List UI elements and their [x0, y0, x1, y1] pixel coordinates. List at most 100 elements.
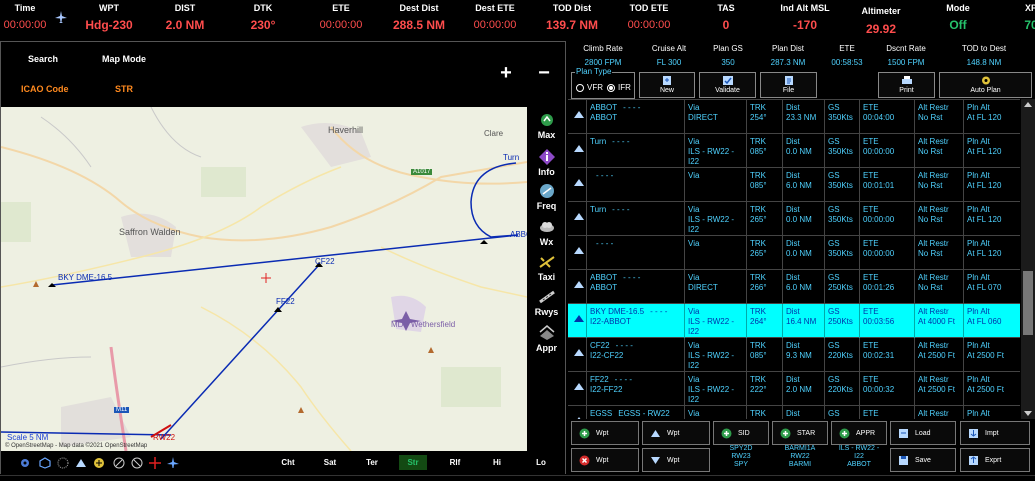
- plan-cell-wpt[interactable]: ABBOT - - - - ABBOT: [586, 270, 684, 304]
- plan-row[interactable]: - - - - Via TRK 265° Dist 0.0 NM GS 350Kts ETE 00…: [568, 236, 1020, 270]
- vfr-radio[interactable]: [576, 84, 584, 92]
- plan-row[interactable]: ABBOT - - - - ABBOT Via DIRECT TRK 266° Dist 6.0…: [568, 270, 1020, 304]
- map-type-sat-button[interactable]: Sat: [316, 458, 344, 467]
- map-type-relief-button[interactable]: Rlf: [441, 458, 469, 467]
- aircraft-icon-cell[interactable]: [50, 0, 72, 38]
- info-tool-button[interactable]: Info: [528, 148, 565, 177]
- plan-row[interactable]: Turn - - - - Via ILS - RW22 - I22 TRK 085° Dist…: [568, 134, 1020, 168]
- wx-tool-button[interactable]: Wx: [528, 218, 565, 247]
- sid-button[interactable]: SID: [713, 421, 769, 445]
- waypoint-label[interactable]: RW22: [153, 433, 175, 442]
- tod-to-dest-label: TOD to Dest: [961, 44, 1007, 53]
- plan-cell-wpt[interactable]: BKY DME-16.5 - - - - I22-ABBOT: [586, 304, 684, 338]
- zoom-out-button[interactable]: −: [536, 63, 552, 83]
- appr-tool-button[interactable]: Appr: [528, 324, 565, 353]
- map-type-terrain-button[interactable]: Ter: [358, 458, 386, 467]
- map-type-hi-button[interactable]: Hi: [483, 458, 511, 467]
- validate-button[interactable]: Validate: [699, 72, 756, 98]
- plan-row[interactable]: - - - - Via TRK 085° Dist 6.0 NM GS 350Kts ETE 00…: [568, 168, 1020, 202]
- airport-icon[interactable]: [93, 457, 105, 469]
- row-move-up-icon[interactable]: [574, 145, 584, 152]
- plan-row[interactable]: EGSS EGSS - RW22 ViaILS - RW22 - TRK Dist GS E…: [568, 406, 1020, 419]
- star-button[interactable]: STAR: [772, 421, 828, 445]
- waypoint-label[interactable]: BKY DME-16.5: [58, 273, 112, 282]
- row-move-up-icon[interactable]: [574, 213, 584, 220]
- plan-row[interactable]: FF22- - - - I22-FF22 Via ILS - RW22 - I22 TRK…: [568, 372, 1020, 406]
- row-move-up-icon[interactable]: [574, 281, 584, 288]
- icao-code-value[interactable]: STR: [115, 84, 133, 94]
- print-button[interactable]: Print: [878, 72, 935, 98]
- descent-rate-value[interactable]: 1500 FPM: [881, 58, 931, 67]
- map-type-chart-button[interactable]: Cht: [274, 458, 302, 467]
- load-button[interactable]: Load: [890, 421, 956, 445]
- scroll-thumb[interactable]: [1023, 271, 1033, 335]
- scroll-down-arrow[interactable]: [1024, 411, 1032, 416]
- vor-icon[interactable]: [39, 457, 51, 469]
- cruise-alt-value[interactable]: FL 300: [643, 58, 695, 67]
- climb-rate-value[interactable]: 2800 FPM: [578, 58, 628, 67]
- plan-cell-wpt[interactable]: EGSS EGSS - RW22: [586, 406, 684, 419]
- rwys-tool-button[interactable]: Rwys: [528, 288, 565, 317]
- plan-cell-text: Via: [688, 307, 700, 316]
- waypoint-label[interactable]: Turn: [503, 153, 519, 162]
- settings-icon[interactable]: [19, 457, 31, 469]
- waypoint-label[interactable]: ABBOT: [510, 230, 527, 239]
- import-button[interactable]: Impt: [960, 421, 1030, 445]
- row-move-up-icon[interactable]: [574, 383, 584, 390]
- plan-cell-wpt[interactable]: - - - -: [586, 236, 684, 270]
- move-waypoint-down-button[interactable]: Wpt: [642, 448, 710, 472]
- taxi-tool-button[interactable]: Taxi: [528, 253, 565, 282]
- waypoint-label[interactable]: FF22: [276, 297, 295, 306]
- plan-cell-wpt[interactable]: CF22 - - - - I22-CF22: [586, 338, 684, 372]
- waypoint-triangle-icon[interactable]: [75, 457, 87, 469]
- airspace-icon[interactable]: [113, 457, 125, 469]
- add-waypoint-button[interactable]: Wpt: [571, 421, 639, 445]
- file-plan-button[interactable]: File: [760, 72, 817, 98]
- plan-cell-wpt[interactable]: Turn - - - -: [586, 134, 684, 168]
- map-mode-button[interactable]: Map Mode: [102, 54, 146, 64]
- freq-tool-button[interactable]: Freq: [528, 182, 565, 211]
- row-move-up-icon[interactable]: [574, 247, 584, 254]
- move-waypoint-up-button[interactable]: Wpt: [642, 421, 710, 445]
- plan-cell-wpt[interactable]: Turn - - - -: [586, 202, 684, 236]
- save-button[interactable]: Save: [890, 448, 956, 472]
- map-type-lo-button[interactable]: Lo: [527, 458, 555, 467]
- plan-cell-wpt[interactable]: FF22 - - - - I22-FF22: [586, 372, 684, 406]
- altimeter-display[interactable]: Altimeter 29.92: [850, 0, 912, 38]
- plan-row[interactable]: BKY DME-16.5 - - - - I22-ABBOT Via ILS - RW2…: [568, 304, 1020, 338]
- plan-cell-wpt[interactable]: ABBOT - - - - ABBOT: [586, 100, 684, 134]
- row-move-up-icon[interactable]: [574, 111, 584, 118]
- map-canvas[interactable]: Haverhill Clare Saffron Walden MDP Wethe…: [1, 107, 527, 451]
- map-type-street-button[interactable]: Str: [399, 455, 427, 470]
- xp-display[interactable]: XP 70: [1016, 0, 1035, 38]
- row-move-up-icon[interactable]: [574, 349, 584, 356]
- plan-cell-text: Turn: [590, 137, 607, 146]
- plan-row[interactable]: CF22- - - - I22-CF22 Via ILS - RW22 - I22 TRK…: [568, 338, 1020, 372]
- search-button[interactable]: Search: [28, 54, 58, 64]
- auto-plan-button[interactable]: Auto Plan: [939, 72, 1032, 98]
- approach-button[interactable]: APPR: [831, 421, 887, 445]
- ifr-radio[interactable]: [607, 84, 615, 92]
- plan-row[interactable]: Turn - - - - Via ILS - RW22 - I22 TRK 265° Dist…: [568, 202, 1020, 236]
- ndb-icon[interactable]: [57, 457, 69, 469]
- plan-row[interactable]: ABBOT - - - - ABBOT Via DIRECT TRK 254° Dist 23.…: [568, 100, 1020, 134]
- export-button[interactable]: Exprt: [960, 448, 1030, 472]
- scroll-up-arrow[interactable]: [1024, 102, 1032, 107]
- restricted-area-icon[interactable]: [131, 457, 143, 469]
- plan-gs-value[interactable]: 350: [706, 58, 750, 67]
- max-tool-button[interactable]: Max: [528, 111, 565, 140]
- row-move-up-icon[interactable]: [574, 315, 584, 322]
- zoom-in-button[interactable]: +: [498, 63, 514, 83]
- plan-cell-via: Via ILS - RW22 - I22: [684, 372, 746, 406]
- plan-cell-dash: - - - -: [612, 137, 630, 146]
- mode-display[interactable]: Mode Off: [930, 0, 986, 38]
- target-crosshair-icon[interactable]: [149, 457, 161, 469]
- aircraft-icon[interactable]: [167, 457, 179, 469]
- row-move-up-icon[interactable]: [574, 417, 584, 419]
- waypoint-label[interactable]: CF22: [315, 257, 335, 266]
- delete-waypoint-button[interactable]: Wpt: [571, 448, 639, 472]
- plan-list-scrollbar[interactable]: [1021, 99, 1035, 419]
- new-plan-button[interactable]: New: [639, 72, 695, 98]
- row-move-up-icon[interactable]: [574, 179, 584, 186]
- plan-cell-wpt[interactable]: - - - -: [586, 168, 684, 202]
